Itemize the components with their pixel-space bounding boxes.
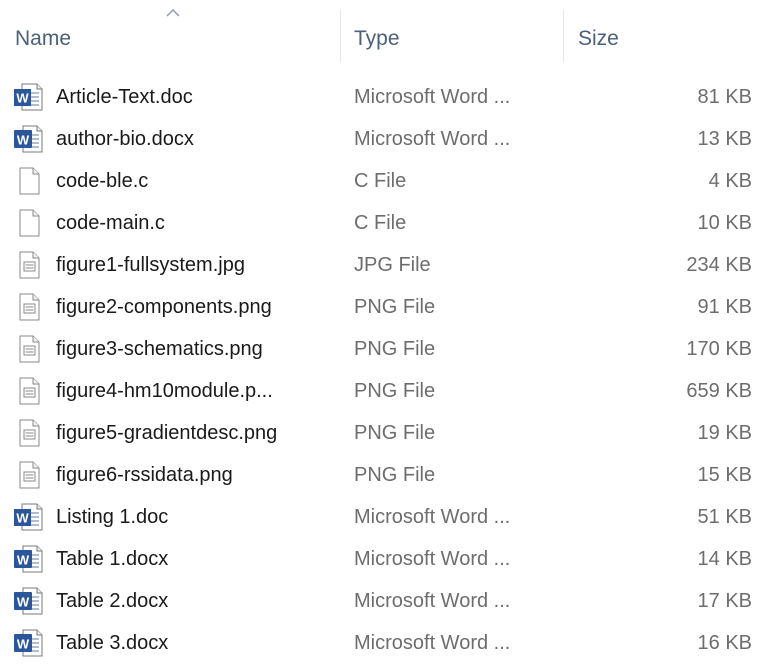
file-name[interactable]: Listing 1.doc [56, 496, 168, 538]
file-type: PNG File [354, 422, 436, 444]
file-list: W Article-Text.doc Microsoft Word ... 81 KB… [0, 76, 757, 664]
file-row[interactable]: Wauthor-bio.docx Microsoft Word ... 13 KB [0, 118, 757, 160]
file-row[interactable]: figure6-rssidata.png PNG File 15 KB [0, 454, 757, 496]
file-name[interactable]: figure4-hm10module.p... [56, 370, 273, 412]
file-size: 81 KB [697, 86, 752, 108]
blank-file-icon [13, 167, 43, 195]
file-size: 16 KB [697, 632, 752, 654]
column-header-type[interactable]: Type [341, 0, 563, 72]
svg-text:W: W [16, 511, 29, 526]
image-file-icon [13, 293, 43, 321]
file-row[interactable]: figure2-components.png PNG File 91 KB [0, 286, 757, 328]
column-header-bar: Name Type Size [0, 0, 757, 72]
image-file-icon [13, 335, 43, 363]
file-type: Microsoft Word ... [354, 506, 511, 528]
file-size: 4 KB [708, 170, 752, 192]
word-docx-icon: W [13, 545, 43, 573]
file-name[interactable]: Table 1.docx [56, 538, 168, 580]
file-size: 15 KB [697, 464, 752, 486]
file-size: 234 KB [686, 254, 752, 276]
column-header-size[interactable]: Size [564, 0, 757, 72]
file-row[interactable]: figure5-gradientdesc.png PNG File 19 KB [0, 412, 757, 454]
image-file-icon [13, 251, 43, 279]
file-size: 51 KB [697, 506, 752, 528]
file-name[interactable]: figure2-components.png [56, 286, 272, 328]
file-name[interactable]: author-bio.docx [56, 118, 194, 160]
image-file-icon [13, 377, 43, 405]
blank-file-icon [13, 209, 43, 237]
file-row[interactable]: W Table 3.docx Microsoft Word ... 16 KB [0, 622, 757, 664]
word-doc-icon: W [13, 83, 43, 111]
file-name[interactable]: figure6-rssidata.png [56, 454, 233, 496]
file-explorer-details-view: Name Type Size W Article-Text.doc Microsof… [0, 0, 757, 657]
file-size: 91 KB [697, 296, 752, 318]
file-type: Microsoft Word ... [354, 590, 511, 612]
file-type: Microsoft Word ... [354, 632, 511, 654]
file-row[interactable]: W Article-Text.doc Microsoft Word ... 81 KB [0, 76, 757, 118]
column-header-size-label: Size [578, 27, 619, 50]
word-docx-icon: W [13, 587, 43, 615]
file-row[interactable]: figure3-schematics.png PNG File 170 KB [0, 328, 757, 370]
file-type: JPG File [354, 254, 431, 276]
file-size: 14 KB [697, 548, 752, 570]
file-name[interactable]: code-ble.c [56, 160, 148, 202]
file-size: 17 KB [697, 590, 752, 612]
file-row[interactable]: W Table 1.docx Microsoft Word ... 14 KB [0, 538, 757, 580]
file-row[interactable]: W Table 2.docx Microsoft Word ... 17 KB [0, 580, 757, 622]
file-type: Microsoft Word ... [354, 86, 511, 108]
word-docx-icon: W [13, 125, 43, 153]
file-size: 10 KB [697, 212, 752, 234]
file-row[interactable]: figure1-fullsystem.jpg JPG File 234 KB [0, 244, 757, 286]
file-name[interactable]: figure1-fullsystem.jpg [56, 244, 245, 286]
word-docx-icon: W [13, 629, 43, 657]
file-size: 659 KB [686, 380, 752, 402]
file-name[interactable]: Article-Text.doc [56, 76, 193, 118]
file-name[interactable]: Table 2.docx [56, 580, 168, 622]
svg-text:W: W [16, 91, 29, 106]
file-size: 170 KB [686, 338, 752, 360]
word-doc-icon: W [13, 503, 43, 531]
column-header-name-label: Name [15, 27, 72, 50]
sort-ascending-icon [166, 9, 180, 17]
file-name[interactable]: code-main.c [56, 202, 165, 244]
file-type: PNG File [354, 338, 436, 360]
file-type: Microsoft Word ... [354, 548, 511, 570]
file-type: PNG File [354, 380, 436, 402]
svg-text:W: W [17, 553, 30, 568]
file-row[interactable]: code-ble.c C File 4 KB [0, 160, 757, 202]
file-row[interactable]: W Listing 1.doc Microsoft Word ... 51 KB [0, 496, 757, 538]
file-size: 13 KB [697, 128, 752, 150]
column-header-name[interactable]: Name [0, 0, 340, 72]
file-type: PNG File [354, 296, 436, 318]
svg-text:W: W [17, 595, 30, 610]
image-file-icon [13, 461, 43, 489]
column-header-type-label: Type [354, 27, 400, 50]
file-type: Microsoft Word ... [354, 128, 511, 150]
svg-text:W: W [17, 133, 30, 148]
file-type: C File [354, 170, 407, 192]
file-name[interactable]: Table 3.docx [56, 622, 168, 664]
file-type: C File [354, 212, 407, 234]
file-name[interactable]: figure3-schematics.png [56, 328, 263, 370]
file-row[interactable]: code-main.c C File 10 KB [0, 202, 757, 244]
image-file-icon [13, 419, 43, 447]
svg-text:W: W [17, 637, 30, 652]
file-row[interactable]: figure4-hm10module.p... PNG File 659 KB [0, 370, 757, 412]
file-type: PNG File [354, 464, 436, 486]
file-name[interactable]: figure5-gradientdesc.png [56, 412, 277, 454]
file-size: 19 KB [697, 422, 752, 444]
